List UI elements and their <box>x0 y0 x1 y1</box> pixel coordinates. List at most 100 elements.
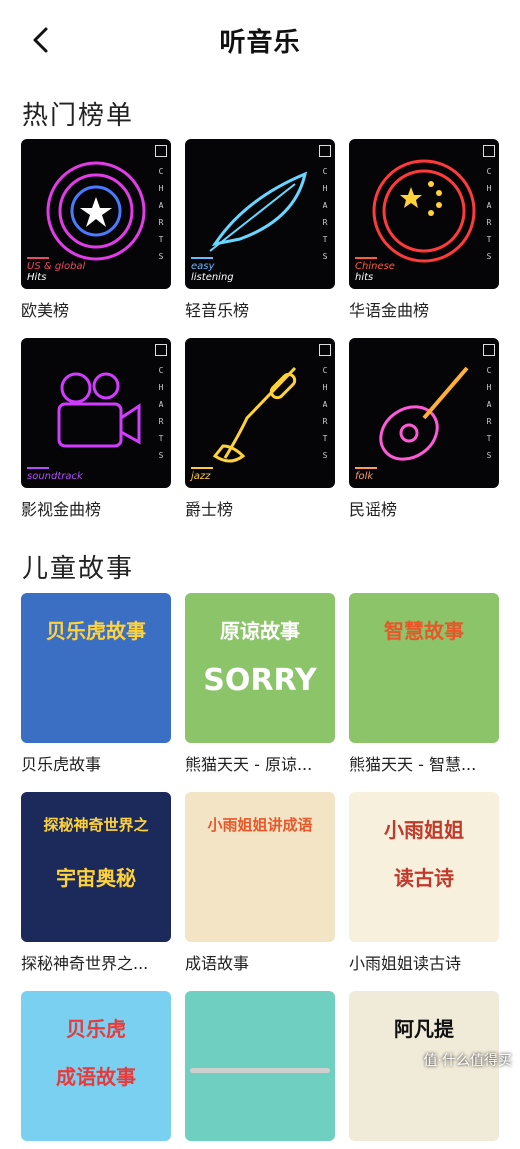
charts-logo <box>319 145 331 157</box>
charts-vertical-label: CHARTS <box>319 344 331 484</box>
chart-tag: Chinese hits <box>355 257 395 283</box>
chart-label: 轻音乐榜 <box>185 301 250 320</box>
story-cover-image: 智慧故事 <box>349 593 499 743</box>
charts-vertical-label: CHARTS <box>483 344 495 484</box>
charts-letter: R <box>322 218 328 227</box>
header-bar: 听音乐 <box>0 0 520 80</box>
chart-tag-line1: jazz <box>191 471 211 482</box>
story-card[interactable]: 原谅故事 SORRY 熊猫天天 - 原谅... <box>185 593 335 775</box>
story-cover-subtitle: 宇宙奥秘 <box>56 866 136 890</box>
charts-letter: C <box>486 167 492 176</box>
chart-label: 华语金曲榜 <box>349 301 430 320</box>
charts-letters: CHARTS <box>319 163 331 265</box>
story-label: 探秘神奇世界之... <box>21 954 149 973</box>
page-title: 听音乐 <box>219 28 301 58</box>
neon-art <box>212 366 297 463</box>
story-cover-image: 小雨姐姐 读古诗 <box>349 792 499 942</box>
watermark-text: 值·什么值得买 <box>423 1053 512 1069</box>
charts-letter: S <box>322 252 328 261</box>
chart-tag: US & global Hits <box>27 257 85 283</box>
charts-letters: CHARTS <box>483 362 495 464</box>
story-cover-title: 探秘神奇世界之 <box>43 816 149 834</box>
chart-card[interactable]: CHARTS jazz 爵士榜 <box>185 338 335 520</box>
chart-tag-line1: US & global <box>27 261 86 272</box>
chart-tag-bar <box>191 257 213 259</box>
charts-letters: CHARTS <box>319 362 331 464</box>
story-cover-image: 探秘神奇世界之 宇宙奥秘 <box>21 792 171 942</box>
chart-label: 欧美榜 <box>21 301 70 320</box>
charts-letter: R <box>158 218 164 227</box>
charts-letter: A <box>322 400 328 409</box>
charts-vertical-label: CHARTS <box>155 145 167 285</box>
story-card[interactable]: 小雨姐姐 读古诗 小雨姐姐读古诗 <box>349 792 499 974</box>
charts-letter: T <box>322 434 328 443</box>
charts-letters: CHARTS <box>155 362 167 464</box>
chart-card[interactable]: CHARTS US & global Hits 欧美榜 <box>21 139 171 321</box>
charts-letter: R <box>322 417 328 426</box>
chart-label: 影视金曲榜 <box>21 500 102 519</box>
neon-art <box>379 366 469 461</box>
charts-letter: A <box>158 400 164 409</box>
chart-card[interactable]: CHARTS Chinese hits 华语金曲榜 <box>349 139 499 321</box>
story-label: 小雨姐姐读古诗 <box>349 954 462 973</box>
charts-letter: R <box>486 218 492 227</box>
story-cover-title: 阿凡提 <box>394 1017 454 1041</box>
story-card[interactable]: 小雨姐姐讲成语 成语故事 <box>185 792 335 974</box>
charts-vertical-label: CHARTS <box>155 344 167 484</box>
chart-cover-image: CHARTS soundtrack <box>21 338 171 488</box>
story-label: 熊猫天天 - 原谅... <box>185 755 313 774</box>
chart-tag-bar <box>355 257 377 259</box>
charts-letter: C <box>158 366 164 375</box>
charts-letter: C <box>322 167 328 176</box>
story-card[interactable]: 智慧故事 熊猫天天 - 智慧... <box>349 593 499 775</box>
charts-letter: R <box>158 417 164 426</box>
story-cover-subtitle: 读古诗 <box>394 866 454 890</box>
chart-cover-image: CHARTS folk <box>349 338 499 488</box>
chart-tag: easy listening <box>191 257 234 283</box>
story-cover-subtitle: SORRY <box>203 663 317 698</box>
charts-vertical-label: CHARTS <box>319 145 331 285</box>
chart-tag-line2: hits <box>355 272 374 283</box>
story-label: 熊猫天天 - 智慧... <box>349 755 477 774</box>
story-card[interactable]: 贝乐虎故事 贝乐虎故事 <box>21 593 171 775</box>
charts-logo <box>319 344 331 356</box>
chart-card[interactable]: CHARTS easy listening 轻音乐榜 <box>185 139 335 321</box>
charts-letter: A <box>486 201 492 210</box>
story-cover-title: 智慧故事 <box>384 619 464 643</box>
chart-tag-line2: listening <box>191 272 234 283</box>
charts-letter: S <box>158 252 164 261</box>
chart-cover-image: CHARTS Chinese hits <box>349 139 499 289</box>
charts-letter: H <box>486 383 492 392</box>
charts-letter: S <box>158 451 164 460</box>
story-card[interactable]: 探秘神奇世界之 宇宙奥秘 探秘神奇世界之... <box>21 792 171 974</box>
chart-tag-line1: easy <box>191 261 215 272</box>
charts-letters: CHARTS <box>155 163 167 265</box>
charts-letter: H <box>158 383 164 392</box>
charts-logo <box>483 145 495 157</box>
chart-tag-bar <box>27 257 49 259</box>
story-card[interactable]: 阿凡提 <box>349 991 499 1149</box>
charts-letter: T <box>322 235 328 244</box>
charts-letter: C <box>486 366 492 375</box>
chart-tag-bar <box>27 467 49 469</box>
story-cover-title: 贝乐虎 <box>66 1017 126 1041</box>
charts-letter: T <box>486 434 492 443</box>
charts-letter: C <box>158 167 164 176</box>
charts-letter: R <box>486 417 492 426</box>
chart-card[interactable]: CHARTS soundtrack 影视金曲榜 <box>21 338 171 520</box>
chart-cover-image: CHARTS US & global Hits <box>21 139 171 289</box>
story-label: 成语故事 <box>185 954 250 973</box>
story-cover-image: 贝乐虎故事 <box>21 593 171 743</box>
story-cover-subtitle: 成语故事 <box>56 1065 136 1089</box>
story-cover-title: 贝乐虎故事 <box>46 619 146 643</box>
chart-label: 民谣榜 <box>349 500 398 519</box>
chart-tag-bar <box>191 467 213 469</box>
story-card[interactable]: 贝乐虎 成语故事 <box>21 991 171 1149</box>
home-indicator[interactable] <box>190 1068 330 1073</box>
charts-letter: T <box>158 235 164 244</box>
story-cover-image: 原谅故事 SORRY <box>185 593 335 743</box>
section-title-hot-charts: 热门榜单 <box>22 101 135 131</box>
chart-tag: folk <box>355 467 377 482</box>
chart-card[interactable]: CHARTS folk 民谣榜 <box>349 338 499 520</box>
chart-tag-line2: Hits <box>27 272 47 283</box>
